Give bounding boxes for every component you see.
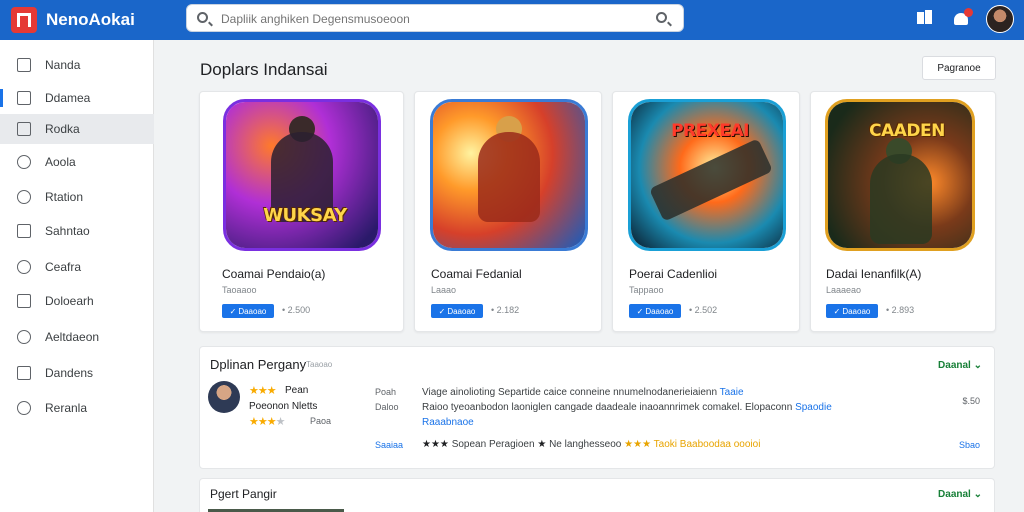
app-art-title: PREXEAI bbox=[671, 121, 749, 141]
review-value: $.50 bbox=[962, 396, 980, 406]
sidebar-item-dandens[interactable]: Dandens bbox=[0, 358, 154, 388]
reviews-filter-link[interactable]: Daanal ⌄ bbox=[938, 489, 982, 500]
card-title: Dadai Ienanfilk(A) bbox=[826, 267, 922, 281]
card-title: Poerai Cadenlioi bbox=[629, 267, 718, 281]
user-icon bbox=[17, 401, 31, 415]
document-icon bbox=[17, 224, 31, 238]
download-count: • 2.893 bbox=[886, 305, 915, 315]
person-icon bbox=[17, 155, 31, 169]
card-subtitle: Taoaaoo bbox=[222, 285, 257, 295]
download-count: • 2.502 bbox=[689, 305, 718, 315]
search-icon bbox=[197, 12, 208, 23]
card-subtitle: Laaaeao bbox=[826, 285, 862, 295]
reviews-title: Pgert Pangir bbox=[210, 487, 277, 501]
search-bar[interactable] bbox=[186, 4, 684, 32]
reviewer-subtitle: Poeonon Nletts bbox=[249, 401, 318, 412]
app-art-title: WUKSAY bbox=[263, 204, 347, 226]
check-icon: ✓ bbox=[636, 306, 644, 316]
app-logo-icon[interactable] bbox=[11, 7, 37, 33]
top-bar: NenoAokai bbox=[0, 0, 1024, 40]
sidebar: Nanda Ddamea Rodka Aoola Rtation Sahntao… bbox=[0, 40, 154, 512]
install-button[interactable]: ✓ Daaoao bbox=[222, 304, 274, 318]
card-subtitle: Tappaoo bbox=[629, 285, 664, 295]
reviews-filter-link[interactable]: Daanal ⌄ bbox=[938, 360, 982, 371]
app-art-image[interactable]: CAADEN bbox=[825, 99, 975, 251]
download-count: • 2.500 bbox=[282, 305, 311, 315]
reviews-panel: Dplinan Pergany Taaoao Daanal ⌄ ★★★ Pean… bbox=[199, 346, 995, 469]
app-title: NenoAokai bbox=[46, 10, 135, 29]
card-subtitle: Laaao bbox=[431, 285, 457, 295]
list-icon bbox=[17, 294, 31, 308]
app-card[interactable]: PREXEAI Poerai Cadenlioi Tappaoo ✓ Daaoao… bbox=[612, 91, 800, 332]
review-footer: ★★★ Sopean Peragioen ★ Ne langhesseoo ★★… bbox=[422, 439, 761, 450]
sidebar-item-aeltdaeon[interactable]: Aeltdaeon bbox=[0, 322, 154, 352]
user-avatar[interactable] bbox=[986, 5, 1014, 33]
install-button[interactable]: ✓ Daaoao bbox=[826, 304, 878, 318]
pencil-icon bbox=[17, 366, 31, 380]
check-icon: ✓ bbox=[229, 306, 237, 316]
app-art-image[interactable]: PREXEAI bbox=[628, 99, 786, 251]
square-icon bbox=[17, 91, 31, 105]
page-title: Doplars Indansai bbox=[200, 60, 328, 79]
check-icon: ✓ bbox=[833, 306, 841, 316]
rating-stars: ★★★ bbox=[624, 439, 652, 450]
app-art-image[interactable]: WUKSAY bbox=[223, 99, 381, 251]
sidebar-item-ceafra[interactable]: Ceafra bbox=[0, 252, 154, 282]
review-footer-right-link[interactable]: Sbao bbox=[959, 440, 980, 450]
review-link[interactable]: Taaie bbox=[720, 387, 744, 398]
info-icon bbox=[17, 330, 31, 344]
review-meta-labels: Poah Daloo bbox=[375, 387, 399, 412]
sidebar-item-reranla[interactable]: Reranla bbox=[0, 393, 154, 423]
card-title: Coamai Fedanial bbox=[431, 267, 522, 281]
review-footer-link[interactable]: Saaiaa bbox=[375, 440, 403, 450]
sidebar-item-rodka[interactable]: Rodka bbox=[0, 114, 154, 144]
notification-bell-icon[interactable] bbox=[952, 8, 973, 28]
rating-stars: ★★★ bbox=[249, 385, 277, 397]
app-art-title: CAADEN bbox=[869, 121, 945, 141]
install-button[interactable]: ✓ Daaoao bbox=[629, 304, 681, 318]
reviewer-name: Pean bbox=[285, 385, 309, 396]
flag-icon[interactable] bbox=[916, 10, 934, 28]
globe-icon bbox=[17, 190, 31, 204]
sidebar-item-rtation[interactable]: Rtation bbox=[0, 182, 154, 212]
install-button[interactable]: ✓ Daaoao bbox=[431, 304, 483, 318]
sidebar-item-ddamea[interactable]: Ddamea bbox=[0, 83, 154, 113]
gear-icon bbox=[17, 260, 31, 274]
rating-stars: ★★★★ bbox=[249, 416, 285, 428]
image-icon bbox=[17, 122, 31, 136]
notification-badge bbox=[964, 8, 973, 17]
star-icon: ★ bbox=[537, 439, 547, 450]
sidebar-item-doloearh[interactable]: Doloearh bbox=[0, 286, 154, 316]
rating-label: Paoa bbox=[310, 416, 332, 426]
reviews-subtitle: Taaoao bbox=[306, 360, 333, 369]
card-title: Coamai Pendaio(a) bbox=[222, 267, 326, 281]
app-card[interactable]: WUKSAY Coamai Pendaio(a) Taoaaoo ✓ Daaoao… bbox=[199, 91, 404, 332]
rating-stars: ★★★ bbox=[422, 439, 449, 450]
check-icon: ✓ bbox=[438, 306, 446, 316]
sidebar-item-aoola[interactable]: Aoola bbox=[0, 147, 154, 177]
reviews-title: Dplinan Pergany bbox=[210, 357, 307, 372]
reviews-panel-secondary: Pgert Pangir Daanal ⌄ bbox=[199, 478, 995, 512]
review-text: Viage ainolioting Separtide caice connei… bbox=[422, 385, 892, 430]
search-submit-icon[interactable] bbox=[656, 12, 667, 23]
sidebar-item-nanda[interactable]: Nanda bbox=[0, 50, 154, 80]
search-input[interactable] bbox=[221, 9, 641, 29]
review-link[interactable]: Spaodie bbox=[795, 402, 832, 413]
laptop-icon bbox=[17, 58, 31, 72]
app-card[interactable]: CAADEN Dadai Ienanfilk(A) Laaaeao ✓ Daaoa… bbox=[810, 91, 996, 332]
programs-button[interactable]: Pagranoe bbox=[922, 56, 996, 80]
app-card[interactable]: Coamai Fedanial Laaao ✓ Daaoao • 2.182 bbox=[414, 91, 602, 332]
review-link[interactable]: Raaabnaoe bbox=[422, 415, 892, 430]
reviewer-avatar bbox=[208, 381, 240, 413]
download-count: • 2.182 bbox=[491, 305, 520, 315]
app-art-image[interactable] bbox=[430, 99, 588, 251]
sidebar-item-sahntao[interactable]: Sahntao bbox=[0, 216, 154, 246]
